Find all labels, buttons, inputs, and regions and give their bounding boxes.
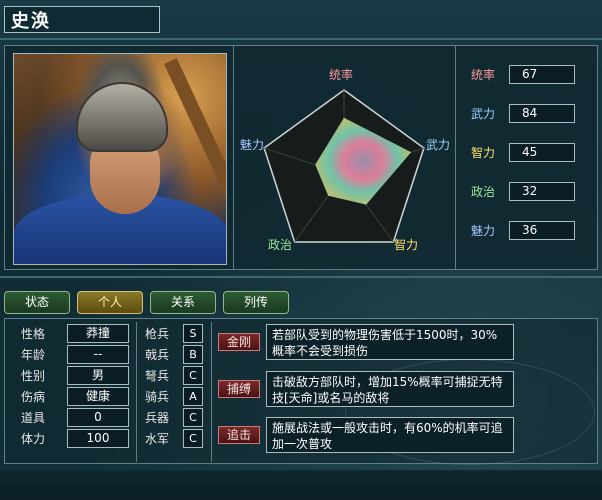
upper-panel: 统率 武力 智力 政治 魅力 统率 67 武力 84 智力 45 政治 32 魅力 36 [4,45,598,270]
character-portrait [13,53,227,265]
info-row: 道具 0 [9,408,129,427]
bottom-band [0,470,602,500]
stat-name: 统率 [471,67,496,82]
ability-radar-chart: 统率 武力 智力 政治 魅力 [234,46,455,269]
troop-grade: C [183,366,203,385]
radar-label-politics: 政治 [268,238,293,252]
radar-label-intel: 智力 [394,238,419,252]
troop-grade: A [183,387,203,406]
troop-grade: S [183,324,203,343]
info-key: 伤病 [21,390,46,404]
tab-1[interactable]: 个人 [77,291,143,314]
info-row: 体力 100 [9,429,129,448]
info-value: 男 [67,366,129,385]
troop-aptitude-table: 枪兵 S 戟兵 B 弩兵 C 骑兵 A 兵器 C 水军 C [145,324,203,450]
troop-grade: B [183,345,203,364]
tab-bar: 状态 个人 关系 列传 [4,291,289,314]
stat-name: 政治 [471,184,496,199]
info-row: 性别 男 [9,366,129,385]
panel-divider [455,46,456,269]
stat-row: 魅力 36 [471,220,589,240]
header-divider [0,38,602,40]
troop-row: 骑兵 A [145,387,203,406]
radar-label-command: 统率 [329,68,354,82]
info-value: 100 [67,429,129,448]
troop-type: 枪兵 [145,327,170,341]
info-row: 年龄 -- [9,345,129,364]
stat-list: 统率 67 武力 84 智力 45 政治 32 魅力 36 [471,64,589,259]
tab-3[interactable]: 列传 [223,291,289,314]
info-value: 健康 [67,387,129,406]
info-key: 体力 [21,432,46,446]
skill-name-button[interactable]: 金刚 [218,333,260,351]
info-key: 性格 [21,327,46,341]
radar-label-charm: 魅力 [240,138,265,152]
info-value: 0 [67,408,129,427]
troop-grade: C [183,429,203,448]
skill-entry: 金刚 若部队受到的物理伤害低于1500时，30%概率不会受到损伤 [218,324,514,360]
stat-name: 魅力 [471,223,496,238]
troop-type: 弩兵 [145,369,170,383]
stat-row: 武力 84 [471,103,589,123]
column-divider [211,322,212,462]
stat-value: 84 [509,103,575,123]
character-name-box: 史涣 [4,6,160,33]
stat-value: 32 [509,181,575,201]
stat-value: 36 [509,220,575,240]
stat-value: 45 [509,142,575,162]
info-value: -- [67,345,129,364]
stat-row: 智力 45 [471,142,589,162]
radar-label-war: 武力 [426,138,451,152]
info-key: 性别 [21,369,46,383]
info-key: 年龄 [21,348,46,362]
troop-type: 水军 [145,432,170,446]
troop-type: 骑兵 [145,390,170,404]
troop-row: 枪兵 S [145,324,203,343]
portrait-helmet [76,82,168,152]
troop-row: 戟兵 B [145,345,203,364]
stat-row: 统率 67 [471,64,589,84]
skill-description: 击破敌方部队时，增加15%概率可捕捉无特技[天命]或名马的敌将 [266,371,514,407]
section-divider [0,276,602,278]
lower-panel: 性格 莽撞 年龄 -- 性别男伤病 健康 道具 0 体力 100 枪兵 S 戟兵 B 弩兵 C 骑兵 A 兵器 C 水… [4,318,598,465]
stat-name: 武力 [471,106,496,121]
skill-description: 施展战法或一般攻击时，有60%的机率可追加一次普攻 [266,417,514,453]
info-row: 伤病 健康 [9,387,129,406]
stat-value: 67 [509,64,575,84]
skill-name-button[interactable]: 捕缚 [218,380,260,398]
tab-0[interactable]: 状态 [4,291,70,314]
info-row: 性格 莽撞 [9,324,129,343]
info-key: 道具 [21,411,46,425]
stat-name: 智力 [471,145,496,160]
info-value: 莽撞 [67,324,129,343]
tab-2[interactable]: 关系 [150,291,216,314]
personal-info-table: 性格 莽撞年龄 -- 性别 男伤病 健康道具 0 体力 100 [9,324,129,450]
stat-row: 政治 32 [471,181,589,201]
character-name: 史涣 [11,10,51,32]
troop-row: 兵器 C [145,408,203,427]
troop-grade: C [183,408,203,427]
skill-entry: 捕缚 击破敌方部队时，增加15%概率可捕捉无特技[天命]或名马的敌将 [218,371,514,407]
column-divider [136,322,137,462]
troop-row: 水军 C [145,429,203,448]
skill-description: 若部队受到的物理伤害低于1500时，30%概率不会受到损伤 [266,324,514,360]
skill-name-button[interactable]: 追击 [218,426,260,444]
troop-type: 戟兵 [145,348,170,362]
troop-type: 兵器 [145,411,170,425]
skill-entry: 追击 施展战法或一般攻击时，有60%的机率可追加一次普攻 [218,417,514,453]
troop-row: 弩兵 C [145,366,203,385]
